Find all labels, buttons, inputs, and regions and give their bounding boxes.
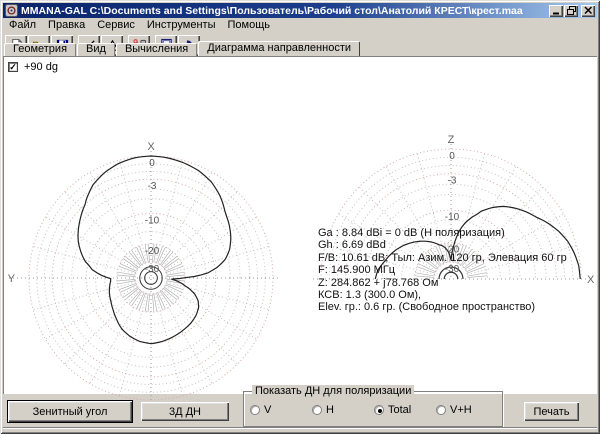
window-controls [549,4,595,17]
radio-h[interactable]: H [312,404,374,416]
menubar: Файл Правка Сервис Инструменты Помощь [3,19,597,32]
tab-radiation-pattern[interactable]: Диаграмма направленности [198,41,361,56]
menu-item-4[interactable]: Помощь [221,19,276,32]
radio-h-label: H [326,404,334,416]
tab-calculations[interactable]: Вычисления [115,43,198,56]
ring-label: -20 [145,246,160,257]
minimize-button[interactable] [549,4,563,17]
menu-item-1[interactable]: Правка [42,19,91,32]
ring-label: -3 [448,176,457,187]
radio-v[interactable]: V [250,404,312,416]
checkbox-check-icon[interactable]: ✓ [8,62,18,72]
restore-button[interactable] [564,4,578,17]
print-button[interactable]: Печать [524,402,579,421]
ring-label: -10 [145,215,160,226]
radio-v-circle[interactable] [250,405,260,415]
results-text: Ga : 8.84 dBi = 0 dB (Н поляризация) Gh :… [318,227,567,314]
polarization-group-label: Показать ДН для поляризации [252,385,415,397]
zenith-angle-button[interactable]: Зенитный угол [7,400,133,423]
titlebar[interactable]: MMANA-GAL C:\Documents and Settings\Поль… [3,3,597,18]
ring-label: -3 [148,181,157,192]
plus90-checkbox[interactable]: ✓ +90 dg [8,61,58,73]
radio-total-label: Total [388,404,412,416]
close-button[interactable] [581,4,595,17]
ring-label: 0 [149,158,155,169]
result-line-3: F: 145.900 МГц [318,264,396,277]
checkbox-label: +90 dg [24,61,58,73]
result-line-4: Z: 284.862 + j78.768 Ом [318,276,439,289]
result-line-0: Ga : 8.84 dBi = 0 dB (Н поляризация) [318,227,505,239]
ring-label: 0 [449,151,455,162]
result-line-6: Elev. гр.: 0.6 гр. (Свободное пространст… [318,301,536,314]
menu-item-3[interactable]: Инструменты [141,19,222,32]
footer-divider [3,427,597,429]
radio-h-circle[interactable] [312,405,322,415]
pattern-panel: 0 -3 -10 -20 -30 X Y 0 -3 -10 -20 -30 Z X [3,56,597,405]
radio-v-plus-h[interactable]: V+H [436,404,498,416]
polarization-groupbox: Показать ДН для поляризации V H Total V+H [243,385,503,427]
menu-item-0[interactable]: Файл [3,19,42,32]
axis-label-left: Y [8,273,16,285]
tab-geometry[interactable]: Геометрия [4,43,77,56]
ring-label: -30 [145,264,160,275]
tab-bar: Геометрия Вид Вычисления Диаграмма направле… [3,41,597,56]
axis-label-top: X [147,141,155,153]
radio-v-plus-h-circle[interactable] [436,405,446,415]
axis-label-right: X [587,274,595,286]
polarization-radio-row: V H Total V+H [250,404,498,416]
3d-pattern-button[interactable]: 3Д ДН [141,402,229,421]
radio-v-plus-h-label: V+H [450,404,472,416]
radio-v-label: V [264,404,272,416]
result-line-1: Gh : 6.69 dBd [318,239,386,252]
axis-label-top: Z [448,134,455,146]
mmana-window: MMANA-GAL C:\Documents and Settings\Поль… [0,0,600,434]
result-line-5: КСВ: 1.3 (300.0 Ом), [318,289,422,302]
menu-item-2[interactable]: Сервис [91,19,141,32]
radio-total[interactable]: Total [374,404,436,416]
tab-view[interactable]: Вид [77,43,115,56]
window-title: MMANA-GAL C:\Documents and Settings\Поль… [21,4,523,17]
app-icon [5,4,18,17]
radio-total-circle[interactable] [374,405,384,415]
result-line-2: F/B: 10.61 dB; Тыл: Азим. 120 гр, Элевац… [318,251,567,264]
ring-label: -10 [445,212,460,223]
